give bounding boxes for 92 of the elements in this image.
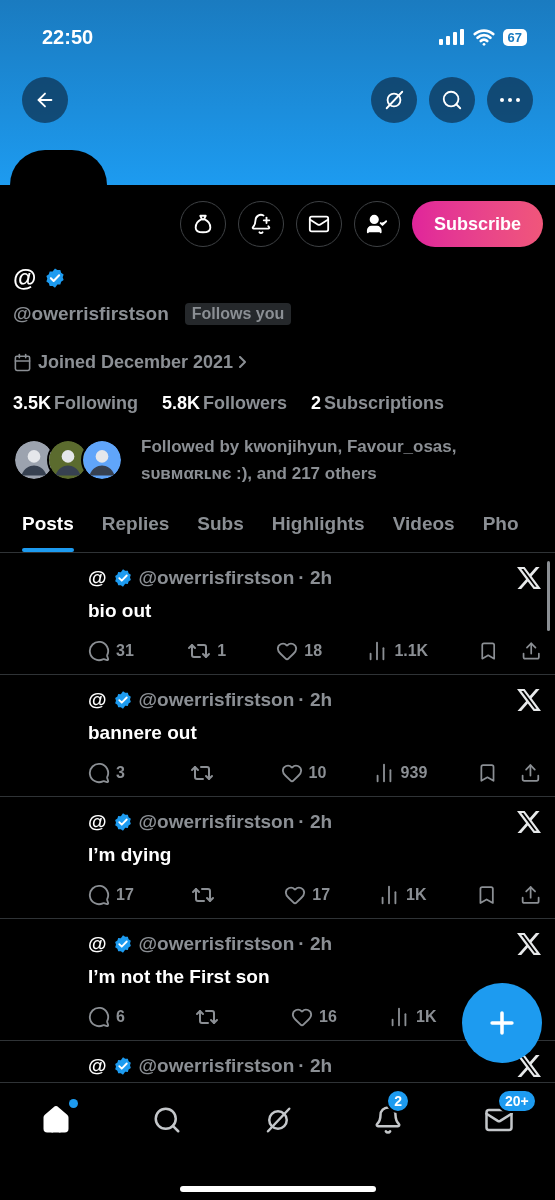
post-author: @: [88, 688, 107, 712]
scrollbar[interactable]: [547, 561, 550, 631]
joined-link[interactable]: Joined December 2021: [13, 348, 542, 376]
profile-tab[interactable]: Videos: [392, 509, 455, 552]
verified-icon: [112, 812, 133, 833]
count-badge: 20+: [497, 1089, 537, 1113]
x-logo-icon: [517, 933, 541, 956]
count-badge: 2: [386, 1089, 411, 1113]
profile-tab[interactable]: Highlights: [271, 509, 365, 552]
status-time: 22:50: [42, 25, 94, 50]
post-handle: @owerrisfirstson: [138, 566, 295, 590]
stat-label[interactable]: Followers: [203, 389, 288, 417]
share-icon[interactable]: [519, 884, 541, 906]
x-logo-icon: [517, 1055, 541, 1078]
search-button[interactable]: [429, 77, 475, 123]
subscribe-button[interactable]: Subscribe: [411, 201, 543, 247]
verified-icon: [112, 1056, 133, 1077]
bell-plus-icon: [249, 213, 272, 235]
view-count[interactable]: 1.1K: [366, 639, 429, 663]
reply-count[interactable]: 6: [88, 1005, 195, 1029]
verified-icon: [112, 690, 133, 711]
user-check-icon: [365, 213, 388, 235]
signal-icon: [438, 29, 465, 45]
post-time: · 2h: [298, 810, 333, 834]
battery-indicator: 67: [502, 28, 527, 46]
like-count[interactable]: 18: [276, 639, 367, 663]
stat-value[interactable]: 2: [311, 389, 322, 417]
avatar[interactable]: [81, 438, 123, 481]
reply-icon: [88, 884, 110, 906]
reply-icon: [88, 762, 110, 784]
heart-icon: [276, 640, 299, 662]
stat-label[interactable]: Subscriptions: [324, 389, 445, 417]
post-time: · 2h: [298, 932, 333, 956]
profile-tab[interactable]: Pho: [482, 509, 519, 552]
post-handle: @owerrisfirstson: [138, 1054, 295, 1078]
profile-tab[interactable]: Subs: [197, 509, 244, 552]
x-logo-icon: [517, 567, 541, 590]
post-author: @: [88, 566, 107, 590]
post-time: · 2h: [298, 1054, 333, 1078]
post-time: · 2h: [298, 688, 333, 712]
chevron-icon: [239, 356, 247, 368]
mail-icon: [307, 213, 330, 235]
home-icon: [41, 1105, 71, 1135]
view-count[interactable]: 1K: [378, 883, 427, 907]
like-count[interactable]: 16: [291, 1005, 388, 1029]
heart-icon: [280, 762, 303, 784]
x-logo-icon: [517, 689, 541, 712]
more-icon: [500, 98, 520, 102]
heart-icon: [284, 884, 307, 906]
follows-you-badge: Follows you: [184, 303, 292, 326]
stat-label[interactable]: Following: [54, 389, 138, 417]
reply-icon: [88, 1006, 110, 1028]
grok-button[interactable]: [371, 77, 417, 123]
verified-icon: [112, 934, 133, 955]
post-author: @: [88, 810, 107, 834]
heart-icon: [291, 1006, 313, 1028]
more-button[interactable]: [487, 77, 533, 123]
slashed-circle-icon: [383, 89, 405, 111]
back-button[interactable]: [22, 77, 68, 123]
stat-value[interactable]: 3.5K: [13, 389, 52, 417]
calendar-icon: [13, 352, 32, 372]
user-handle: @owerrisfirstson: [13, 302, 169, 326]
view-count[interactable]: 939: [372, 761, 428, 785]
reply-count[interactable]: 31: [88, 639, 188, 663]
reply-icon: [88, 640, 110, 662]
share-icon[interactable]: [520, 640, 541, 662]
display-name: @: [13, 263, 37, 293]
reply-count[interactable]: 3: [88, 761, 190, 785]
view-count[interactable]: 1K: [388, 1005, 437, 1029]
stat-value[interactable]: 5.8K: [162, 389, 201, 417]
followed-by-text[interactable]: Followed by kwonjihyun, Favour_osas, sᴜʙᴍαʀʟɴє :), and 217 others: [141, 432, 542, 487]
repost-count[interactable]: 1: [187, 639, 277, 663]
post-time: · 2h: [298, 566, 333, 590]
verified-icon: [112, 568, 133, 589]
post-author: @: [88, 1054, 107, 1078]
post-handle: @owerrisfirstson: [138, 688, 295, 712]
wifi-icon: [472, 26, 495, 48]
profile-tab[interactable]: Replies: [101, 509, 170, 552]
post-text: bannere out: [88, 720, 198, 745]
post-text: I’m not the First son: [88, 964, 271, 989]
like-count[interactable]: 17: [284, 883, 378, 907]
post-author: @: [88, 932, 107, 956]
x-logo-icon: [517, 811, 541, 834]
post-handle: @owerrisfirstson: [138, 932, 295, 956]
reply-count[interactable]: 17: [88, 883, 192, 907]
like-count[interactable]: 10: [280, 761, 373, 785]
post-text: I’m dying: [88, 842, 173, 867]
share-icon[interactable]: [520, 762, 542, 784]
post-text: bio out: [88, 598, 153, 623]
profile-tab[interactable]: Posts: [22, 509, 74, 552]
post-handle: @owerrisfirstson: [138, 810, 295, 834]
search-icon: [441, 89, 463, 111]
